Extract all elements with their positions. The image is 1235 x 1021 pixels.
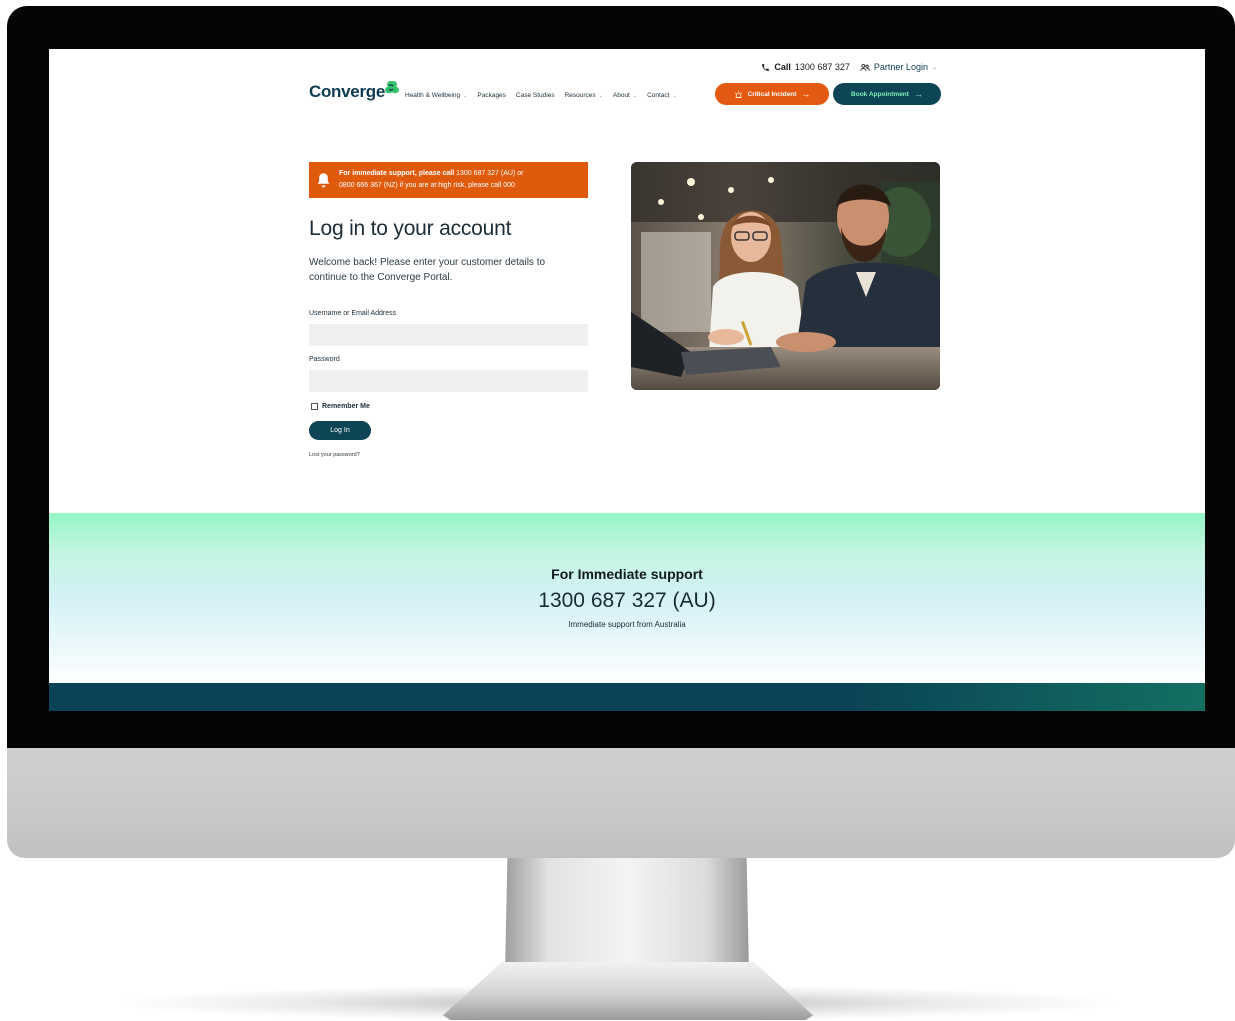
remember-me[interactable]: Remember Me — [311, 403, 370, 410]
call-number: 1300 687 327 — [794, 62, 850, 72]
login-subtitle: Welcome back! Please enter your customer… — [309, 257, 546, 283]
nav-label: Resources — [564, 92, 596, 99]
top-utility-bar: Call 1300 687 327 Partner Login ⌄ — [761, 62, 937, 72]
lost-password-link[interactable]: Lost your password? — [309, 452, 360, 458]
username-label: Username or Email Address — [309, 310, 397, 317]
partner-login-label: Partner Login — [873, 62, 928, 72]
call-label: Call — [774, 62, 791, 72]
immediate-support-section: For Immediate support 1300 687 327 (AU) … — [49, 513, 1205, 683]
photo-illustration — [631, 162, 940, 390]
book-appointment-label: Book Appointment — [851, 90, 909, 98]
nav-label: Contact — [647, 92, 670, 99]
chevron-down-icon: ⌄ — [672, 92, 677, 99]
footer-band — [49, 683, 1205, 711]
nav-label: Case Studies — [515, 92, 555, 99]
chevron-down-icon: ⌄ — [463, 92, 468, 99]
alert-line2: 0800 666 367 (NZ) if you are at high ris… — [339, 182, 515, 189]
nav-resources[interactable]: Resources ⌄ — [565, 92, 603, 99]
username-input[interactable] — [309, 324, 588, 346]
alert-bold-text: For immediate support, please call — [339, 170, 455, 177]
converge-logo[interactable]: Converge — [309, 81, 401, 102]
chevron-down-icon: ⌄ — [632, 92, 638, 99]
main-nav: Health & Wellbeing ⌄ Packages Case Studie… — [405, 92, 677, 99]
arrow-right-icon: → — [913, 89, 923, 99]
immediate-support-alert: For immediate support, please call 1300 … — [309, 162, 588, 198]
nav-label: Health & Wellbeing — [405, 92, 461, 99]
password-label: Password — [309, 356, 340, 363]
logo-mark-icon — [385, 81, 400, 94]
alarm-icon — [734, 90, 742, 98]
password-input[interactable] — [309, 370, 588, 392]
support-caption: Immediate support from Australia — [568, 620, 686, 629]
nav-packages[interactable]: Packages — [477, 92, 506, 99]
monitor-chin — [7, 745, 1235, 858]
remember-me-label: Remember Me — [322, 403, 370, 410]
nav-label: Packages — [477, 92, 506, 99]
log-in-button[interactable]: Log In — [309, 421, 371, 440]
critical-incident-label: Critical Incident — [747, 90, 797, 98]
bell-icon — [316, 172, 331, 188]
nav-case-studies[interactable]: Case Studies — [516, 92, 555, 99]
users-icon — [860, 63, 870, 71]
alert-text: For immediate support, please call 1300 … — [339, 168, 523, 192]
support-title: For Immediate support — [551, 566, 703, 582]
monitor-stand-base — [443, 962, 813, 1020]
remember-me-checkbox[interactable] — [311, 403, 318, 410]
support-phone-number[interactable]: 1300 687 327 (AU) — [49, 589, 1205, 613]
office-photo — [631, 162, 940, 390]
nav-label: About — [612, 92, 630, 99]
screen: Call 1300 687 327 Partner Login ⌄ Conver… — [49, 49, 1205, 711]
phone-icon — [762, 63, 770, 71]
call-link[interactable]: Call 1300 687 327 — [761, 62, 850, 72]
nav-health-wellbeing[interactable]: Health & Wellbeing ⌄ — [405, 92, 467, 99]
partner-login-link[interactable]: Partner Login ⌄ — [860, 62, 937, 72]
chevron-down-icon: ⌄ — [598, 92, 603, 99]
arrow-right-icon: → — [801, 89, 811, 99]
nav-contact[interactable]: Contact ⌄ — [647, 92, 677, 99]
chevron-down-icon: ⌄ — [931, 64, 937, 71]
page-title: Log in to your account — [309, 217, 512, 240]
logo-wordmark: Converge — [309, 82, 386, 101]
alert-line1: 1300 687 327 (AU) or — [454, 170, 524, 177]
book-appointment-button[interactable]: Book Appointment → — [833, 83, 941, 105]
critical-incident-button[interactable]: Critical Incident → — [715, 83, 829, 105]
nav-about[interactable]: About ⌄ — [613, 92, 637, 99]
